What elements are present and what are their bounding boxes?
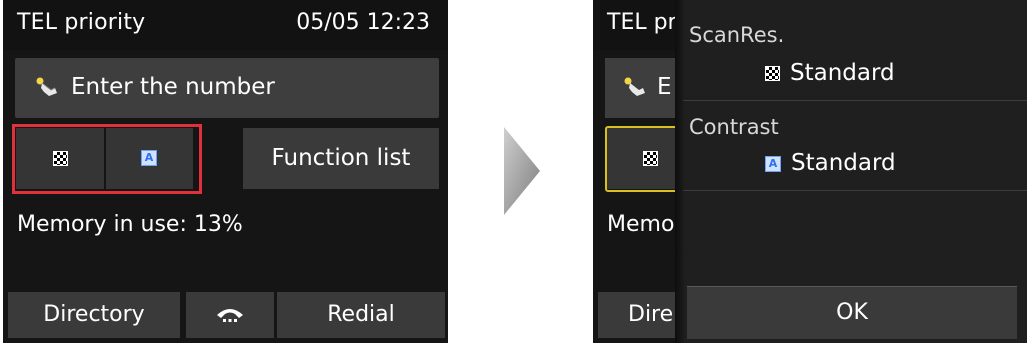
scanres-label: ScanRes. xyxy=(689,23,785,47)
memory-partial: Memo xyxy=(607,212,675,237)
contrast-icon: A xyxy=(765,155,781,172)
transition-arrow-icon xyxy=(504,127,540,215)
scanres-value[interactable]: Standard xyxy=(765,60,895,86)
hand-pointer-icon-partial xyxy=(624,77,645,96)
contrast-label: Contrast xyxy=(689,115,779,139)
number-field-partial: E xyxy=(605,58,675,118)
enter-number-label: Enter the number xyxy=(71,74,275,100)
directory-button-partial: Dire xyxy=(598,292,675,338)
directory-partial: Dire xyxy=(628,302,674,327)
screen-title: TEL priority xyxy=(17,10,146,35)
function-list-button[interactable]: Function list xyxy=(243,128,439,189)
divider xyxy=(683,100,1027,101)
memory-status: Memory in use: 13% xyxy=(17,212,243,237)
contrast-value-text: Standard xyxy=(791,150,896,176)
hook-icon xyxy=(217,309,243,322)
background-screen-partial: TEL pr E Memo Dire xyxy=(593,0,705,343)
right-lcd-screen: TEL pr E Memo Dire ScanRes. Standard Con… xyxy=(593,0,1027,343)
field-partial-text: E xyxy=(657,74,672,100)
divider xyxy=(683,190,1027,191)
scan-resolution-icon xyxy=(765,66,780,81)
enter-number-field[interactable]: Enter the number xyxy=(15,58,439,118)
scan-settings-panel: ScanRes. Standard Contrast A Standard OK xyxy=(675,0,1027,343)
ok-button[interactable]: OK xyxy=(687,286,1017,339)
highlight-frame xyxy=(12,124,202,194)
scanres-value-text: Standard xyxy=(790,60,895,86)
title-partial: TEL pr xyxy=(607,10,677,35)
status-bar: TEL priority 05/05 12:23 xyxy=(3,0,448,50)
date-time: 05/05 12:23 xyxy=(296,10,430,35)
left-lcd-screen: TEL priority 05/05 12:23 Enter the numbe… xyxy=(3,0,448,343)
redial-button[interactable]: Redial xyxy=(277,292,445,338)
directory-button[interactable]: Directory xyxy=(8,292,180,338)
panel-shadow xyxy=(675,0,685,343)
hand-pointer-icon xyxy=(36,77,57,96)
hook-button[interactable] xyxy=(186,292,274,338)
contrast-value[interactable]: A Standard xyxy=(765,150,896,176)
